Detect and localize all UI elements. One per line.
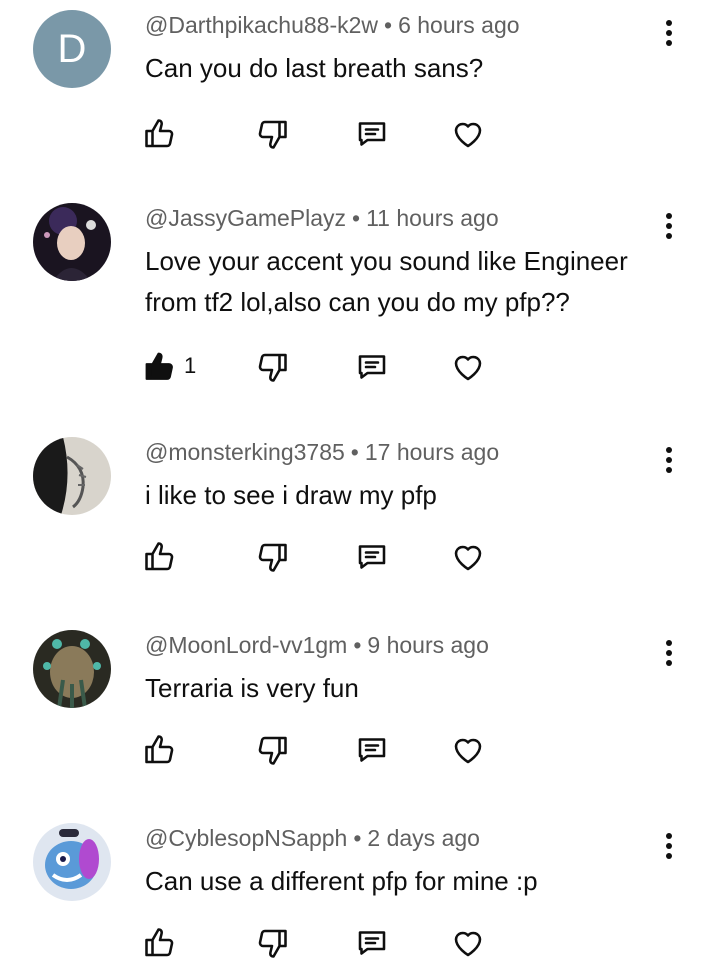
like-button[interactable] xyxy=(142,349,178,385)
avatar[interactable] xyxy=(33,823,111,901)
heart-icon xyxy=(454,738,482,764)
thumbs-up-filled-icon xyxy=(145,352,173,380)
reply-comment-icon xyxy=(358,122,386,146)
heart-button[interactable] xyxy=(450,349,486,385)
more-vert-icon[interactable] xyxy=(658,833,680,869)
reply-button[interactable] xyxy=(354,925,390,961)
heart-icon xyxy=(454,545,482,571)
heart-button[interactable] xyxy=(450,925,486,961)
comment-author[interactable]: @monsterking3785 xyxy=(145,439,345,465)
heart-button[interactable] xyxy=(450,116,486,152)
thumbs-up-icon xyxy=(145,542,174,571)
reply-button[interactable] xyxy=(354,349,390,385)
avatar-letter: D xyxy=(57,26,87,71)
thumbs-down-icon xyxy=(258,543,287,572)
like-button[interactable] xyxy=(142,539,178,575)
comment-actions xyxy=(0,732,709,772)
thumbs-down-icon xyxy=(258,353,287,382)
avatar[interactable] xyxy=(33,630,111,708)
heart-button[interactable] xyxy=(450,539,486,575)
avatar-image xyxy=(33,823,111,901)
comment-meta: @Darthpikachu88-k2w • 6 hours ago xyxy=(145,12,520,39)
like-button[interactable] xyxy=(142,116,178,152)
meta-separator: • xyxy=(353,632,362,658)
thumbs-up-icon xyxy=(145,928,174,957)
more-vert-icon[interactable] xyxy=(658,20,680,56)
reply-comment-icon xyxy=(358,931,386,955)
comment-actions xyxy=(0,116,709,156)
comment-author[interactable]: @Darthpikachu88-k2w xyxy=(145,12,378,38)
more-vert-icon[interactable] xyxy=(658,213,680,249)
comment-meta: @MoonLord-vv1gm • 9 hours ago xyxy=(145,632,489,659)
comment-meta: @CyblesopNSapph • 2 days ago xyxy=(145,825,480,852)
comment-actions xyxy=(0,925,709,965)
dislike-button[interactable] xyxy=(254,925,290,961)
meta-separator: • xyxy=(384,12,393,38)
like-button[interactable] xyxy=(142,925,178,961)
comment-meta: @monsterking3785 • 17 hours ago xyxy=(145,439,499,466)
comment-time: 17 hours ago xyxy=(364,439,500,465)
reply-button[interactable] xyxy=(354,732,390,768)
thumbs-down-icon xyxy=(258,929,287,958)
dislike-button[interactable] xyxy=(254,732,290,768)
avatar-image xyxy=(33,203,111,281)
comment-author[interactable]: @MoonLord-vv1gm xyxy=(145,632,347,658)
reply-comment-icon xyxy=(358,355,386,379)
meta-separator: • xyxy=(350,439,359,465)
comment-actions xyxy=(0,539,709,579)
heart-button[interactable] xyxy=(450,732,486,768)
thumbs-down-icon xyxy=(258,120,287,149)
heart-icon xyxy=(454,931,482,957)
dislike-button[interactable] xyxy=(254,539,290,575)
avatar-image xyxy=(33,437,111,515)
avatar[interactable] xyxy=(33,437,111,515)
comment-actions: 1 xyxy=(0,349,709,389)
avatar[interactable]: D xyxy=(33,10,111,88)
meta-separator: • xyxy=(353,825,362,851)
heart-icon xyxy=(454,355,482,381)
thumbs-up-icon xyxy=(145,119,174,148)
reply-button[interactable] xyxy=(354,539,390,575)
comment-time: 9 hours ago xyxy=(367,632,489,658)
more-vert-icon[interactable] xyxy=(658,447,680,483)
comment-author[interactable]: @CyblesopNSapph xyxy=(145,825,347,851)
avatar-image xyxy=(33,630,111,708)
comment-time: 11 hours ago xyxy=(366,205,499,231)
comment-author[interactable]: @JassyGamePlayz xyxy=(145,205,346,231)
like-count: 1 xyxy=(184,353,197,378)
comment-text: Terraria is very fun xyxy=(145,673,359,703)
thumbs-up-icon xyxy=(145,735,174,764)
avatar[interactable] xyxy=(33,203,111,281)
comment-text: i like to see i draw my pfp xyxy=(145,480,437,510)
reply-comment-icon xyxy=(358,545,386,569)
dislike-button[interactable] xyxy=(254,349,290,385)
dislike-button[interactable] xyxy=(254,116,290,152)
reply-button[interactable] xyxy=(354,116,390,152)
comment-meta: @JassyGamePlayz • 11 hours ago xyxy=(145,205,499,232)
more-vert-icon[interactable] xyxy=(658,640,680,676)
reply-comment-icon xyxy=(358,738,386,762)
comment-text: Love your accent you sound like Engineer… xyxy=(145,246,628,317)
heart-icon xyxy=(454,122,482,148)
meta-separator: • xyxy=(352,205,361,231)
comment-time: 2 days ago xyxy=(367,825,480,851)
thumbs-down-icon xyxy=(258,736,287,765)
comment-text: Can use a different pfp for mine :p xyxy=(145,866,538,896)
like-button[interactable] xyxy=(142,732,178,768)
comment-text: Can you do last breath sans? xyxy=(145,53,484,83)
comment-time: 6 hours ago xyxy=(398,12,520,38)
